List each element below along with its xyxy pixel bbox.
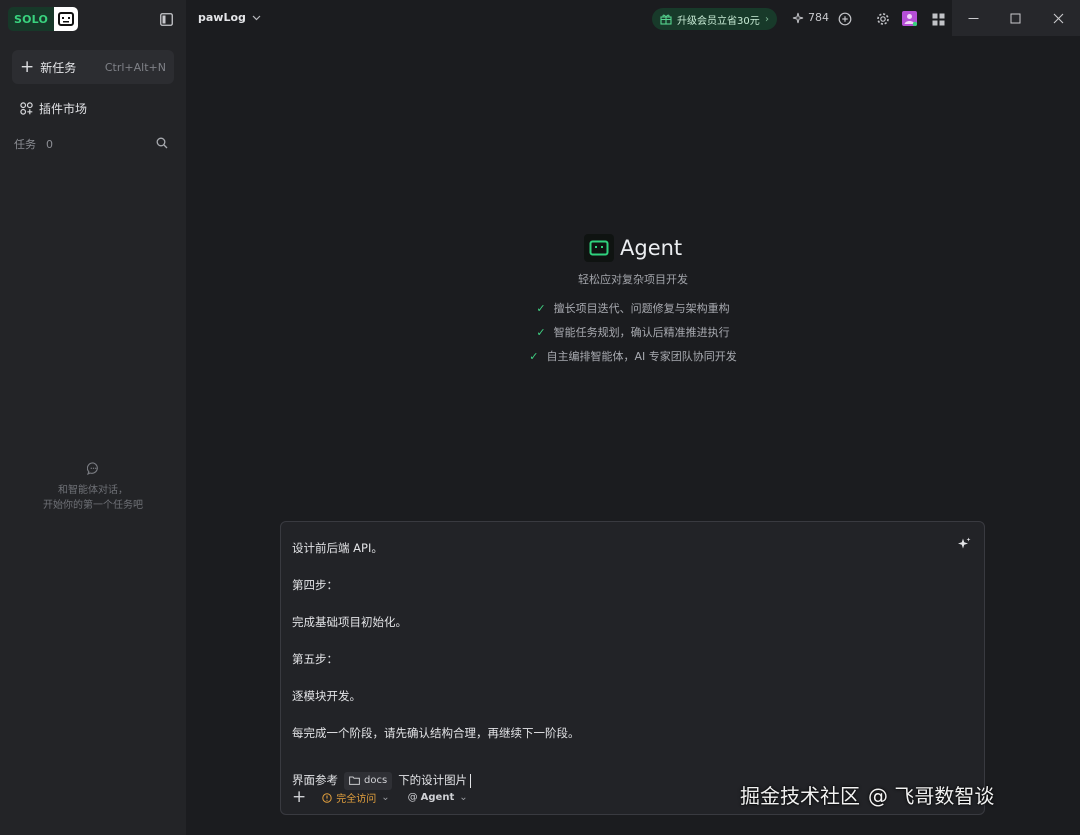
upgrade-label: 升级会员立省30元 xyxy=(677,15,760,27)
project-name: pawLog xyxy=(198,11,246,24)
feature-item: ✓ 擅长项目迭代、问题修复与架构重构 xyxy=(186,302,1080,326)
close-icon xyxy=(1053,13,1063,23)
credits-count: 784 xyxy=(808,11,829,24)
feature-text: 擅长项目迭代、问题修复与架构重构 xyxy=(553,302,730,315)
chevron-right-icon: › xyxy=(765,13,769,25)
feature-item: ✓ 自主编排智能体，AI 专家团队协同开发 xyxy=(186,350,1080,374)
check-icon: ✓ xyxy=(536,326,546,339)
empty-state: 和智能体对话， 开始你的第一个任务吧 xyxy=(0,462,186,513)
tasks-count: 0 xyxy=(46,137,53,151)
maximize-button[interactable] xyxy=(994,0,1036,36)
sidebar: SOLO + 新任务 Ctrl+Alt+N 插件市场 任务 0 和智能体对话， … xyxy=(0,0,186,835)
chat-bubble-icon xyxy=(86,462,98,475)
prompt-line: 第五步： xyxy=(292,652,338,666)
plus-icon: + xyxy=(20,56,35,77)
prompt-line: 完成基础项目初始化。 xyxy=(292,615,407,629)
text-caret xyxy=(470,773,472,788)
folder-icon xyxy=(349,776,360,785)
prompt-composer[interactable]: 设计前后端 API。 第四步： 完成基础项目初始化。 第五步： 逐模块开发。 每… xyxy=(280,521,985,815)
prompt-line: 每完成一个阶段，请先确认结构合理，再继续下一阶段。 xyxy=(292,726,580,740)
chevron-down-icon xyxy=(252,15,261,20)
new-task-button[interactable]: + 新任务 Ctrl+Alt+N xyxy=(12,50,174,84)
layout-grid-icon[interactable] xyxy=(932,11,947,26)
agent-mode-dropdown[interactable]: @ Agent ⌄ xyxy=(408,792,468,803)
sparkle-icon xyxy=(792,12,804,23)
prompt-line: 第四步： xyxy=(292,578,338,592)
composer-toolbar: + 完全访问 ⌄ @ Agent ⌄ xyxy=(292,789,468,806)
folder-chip-label: docs xyxy=(364,775,388,786)
watermark-text-a: 掘金技术社区 xyxy=(740,784,860,808)
add-chat-icon[interactable] xyxy=(838,11,853,26)
tasks-label: 任务 xyxy=(14,138,36,151)
solo-badge: SOLO xyxy=(8,7,55,31)
feature-text: 自主编排智能体，AI 专家团队协同开发 xyxy=(546,350,737,363)
feature-list: ✓ 擅长项目迭代、问题修复与架构重构 ✓ 智能任务规划，确认后精准推进执行 ✓ 自主编… xyxy=(186,302,1080,374)
access-mode-label: 完全访问 xyxy=(336,794,377,805)
robot-logo-icon xyxy=(54,7,79,31)
gift-icon xyxy=(660,14,672,25)
chevron-down-icon: ⌄ xyxy=(381,792,390,803)
agent-mode-label: Agent xyxy=(420,792,455,803)
warning-circle-icon xyxy=(322,792,332,803)
add-attachment-icon[interactable]: + xyxy=(292,789,306,806)
prompt-line: 逐模块开发。 xyxy=(292,689,361,703)
minimize-button[interactable] xyxy=(952,0,994,36)
watermark: 掘金技术社区 @ 飞哥数智谈 xyxy=(740,780,994,809)
agent-title: Agent xyxy=(584,234,682,262)
new-task-shortcut: Ctrl+Alt+N xyxy=(104,60,166,74)
prompt-line: 设计前后端 API。 xyxy=(292,541,383,555)
search-icon[interactable] xyxy=(156,137,168,152)
agent-title-text: Agent xyxy=(620,236,683,260)
agent-logo-icon xyxy=(584,234,614,262)
check-icon: ✓ xyxy=(529,350,539,363)
sidebar-toggle-icon[interactable] xyxy=(160,11,174,26)
main-panel: pawLog 升级会员立省30元 › 784 Agent 轻松应对复杂项目开发 … xyxy=(186,0,1080,835)
plugin-market-item[interactable]: 插件市场 xyxy=(20,100,87,117)
upgrade-membership-button[interactable]: 升级会员立省30元 › xyxy=(652,8,777,30)
minimize-icon xyxy=(968,17,978,19)
at-icon: @ xyxy=(407,792,418,803)
avatar[interactable] xyxy=(902,11,918,27)
access-mode-dropdown[interactable]: 完全访问 ⌄ xyxy=(322,790,390,805)
tasks-header: 任务 0 xyxy=(14,136,168,152)
feature-text: 智能任务规划，确认后精准推进执行 xyxy=(553,326,730,339)
prompt-text[interactable]: 设计前后端 API。 第四步： 完成基础项目初始化。 第五步： 逐模块开发。 每… xyxy=(292,540,580,799)
check-icon: ✓ xyxy=(536,302,546,315)
empty-state-line1: 和智能体对话， xyxy=(58,485,128,496)
chevron-down-icon: ⌄ xyxy=(459,792,468,803)
plugin-grid-icon xyxy=(20,102,33,115)
credits-indicator[interactable]: 784 xyxy=(792,11,829,24)
empty-state-line2: 开始你的第一个任务吧 xyxy=(43,500,143,511)
folder-chip[interactable]: docs xyxy=(344,771,393,790)
close-button[interactable] xyxy=(1036,0,1080,36)
project-selector[interactable]: pawLog xyxy=(198,11,261,24)
plugin-market-label: 插件市场 xyxy=(39,102,88,116)
agent-subtitle: 轻松应对复杂项目开发 xyxy=(578,273,688,286)
app-logo: SOLO xyxy=(8,6,79,32)
enhance-prompt-icon[interactable] xyxy=(957,536,971,555)
feature-item: ✓ 智能任务规划，确认后精准推进执行 xyxy=(186,326,1080,350)
maximize-icon xyxy=(1010,13,1020,23)
watermark-text-b: @ 飞哥数智谈 xyxy=(868,784,995,808)
gear-icon[interactable] xyxy=(876,11,891,26)
new-task-label: 新任务 xyxy=(40,60,77,75)
prompt-suffix: 下的设计图片 xyxy=(398,773,468,787)
